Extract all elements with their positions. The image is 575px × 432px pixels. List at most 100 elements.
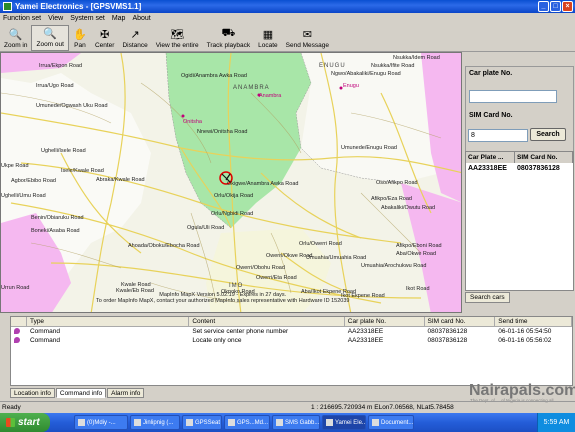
close-button[interactable]: × [562, 1, 573, 12]
cell-plate: AA23318EE [347, 337, 384, 344]
maximize-button[interactable]: □ [550, 1, 561, 12]
taskbar-item[interactable]: GPS...Md... [224, 415, 270, 430]
toolbar-label: Zoom out [36, 41, 64, 48]
grid-header-time[interactable]: Send time [495, 317, 572, 326]
map-road-label: Oso/Afikpo Road [376, 180, 418, 186]
map-road-label: Orlu/Owerri Road [299, 241, 342, 247]
menu-function-set[interactable]: Function set [3, 15, 41, 22]
taskbar-item[interactable]: Yamei Ele... [322, 415, 366, 430]
grid-header-content[interactable]: Content [189, 317, 345, 326]
cell-time: 06-01-16 05:56:02 [498, 337, 552, 344]
map-road-label: Abakaliki/Owutu Road [381, 205, 436, 211]
window-icon [134, 419, 141, 426]
map-road-label: Boneki/Asaba Road [31, 228, 80, 234]
cell-sim: 08037836128 [427, 328, 468, 335]
results-sim: 08037836128 [517, 165, 560, 172]
results-header-plate[interactable]: Car Plate ... [466, 152, 515, 163]
toolbar-locate-button[interactable]: ▦ Locate [254, 25, 282, 51]
map-note-line2: To order MapInfo MapX, contact your auth… [96, 298, 350, 304]
results-row[interactable]: AA23318EE 08037836128 [466, 163, 573, 174]
map-view[interactable]: Nsukka/Idem Road Nsukka/Ifite Road Irrua/E… [0, 52, 462, 313]
taskbar-item[interactable]: GPSSeat [182, 415, 222, 430]
toolbar-label: Pan [74, 42, 86, 49]
results-header-sim[interactable]: SIM Card No. [515, 152, 573, 163]
grid-header-sim[interactable]: SIM card No. [425, 317, 496, 326]
zoom-in-icon: 🔍 [8, 28, 23, 41]
sim-card-input[interactable] [468, 129, 528, 142]
tab-command-info[interactable]: Command info [55, 388, 107, 398]
hand-icon: ✋ [73, 28, 87, 41]
status-coords: 1 : 216695.720934 m ELon7.06568, NLat5.7… [311, 403, 454, 411]
tab-alarm-info[interactable]: Alarm info [107, 388, 145, 398]
toolbar-send-message-button[interactable]: ✉ Send Message [282, 25, 333, 51]
window-icon [372, 419, 379, 426]
toolbar-zoom-in-button[interactable]: 🔍 Zoom in [0, 25, 31, 51]
cell-plate: AA23318EE [347, 328, 384, 335]
map-region-label: ENUGU [319, 63, 346, 69]
map-road-label: Owerri/Eta Road [256, 275, 297, 281]
taskbar-item[interactable]: (0)Mdiy -... [74, 415, 128, 430]
status-text: Ready [2, 403, 21, 411]
map-road-label: Umunede/Enugu Road [341, 145, 397, 151]
toolbar-label: Track playback [206, 42, 251, 49]
map-road-label: Nnewi/Onitsha Road [197, 129, 248, 135]
sim-card-label: SIM Card No. [469, 112, 513, 119]
task-list: (0)Mdiy -... Jinlipnig (... GPSSeat GPS...M… [72, 415, 414, 430]
menu-view[interactable]: View [48, 15, 63, 22]
status-bar: Ready 1 : 216695.720934 m ELon7.06568, N… [0, 401, 575, 412]
center-icon: ✠ [100, 28, 110, 41]
taskbar-item[interactable]: SMS Gabb... [272, 415, 320, 430]
minimize-button[interactable]: _ [538, 1, 549, 12]
map-license-note: MapInfo MapX Version 5.02.19 - Expires i… [96, 292, 349, 304]
system-clock: 5:59 AM [537, 413, 575, 432]
taskbar-item[interactable]: Document... [368, 415, 414, 430]
map-road-label: Ahoada/Oboku/Ebocha Road [128, 243, 200, 249]
map-road-label: Abraka/Kwale Road [96, 177, 145, 183]
cell-time: 06-01-16 05:54:50 [498, 328, 552, 335]
grid-header: Type Content Car plate No. SIM card No. … [11, 317, 572, 327]
tab-location-info[interactable]: Location info [10, 388, 55, 398]
start-button[interactable]: start [0, 413, 50, 432]
send-message-icon: ✉ [302, 28, 312, 41]
map-road-label: Ughelli/Isele Road [41, 148, 86, 154]
window-icon [276, 419, 283, 426]
results-header: Car Plate ... SIM Card No. [466, 152, 573, 163]
table-row[interactable]: Command Set service center phone number … [11, 327, 572, 336]
taskbar-item-label: GPSSeat [195, 419, 221, 426]
toolbar-zoom-out-button[interactable]: 🔍 Zoom out [31, 25, 69, 51]
car-plate-input[interactable] [469, 90, 557, 103]
toolbar-label: Center [94, 42, 115, 49]
start-label: start [18, 417, 40, 428]
grid-header-type[interactable]: Type [27, 317, 190, 326]
map-region-label: ANAMBRA [233, 85, 270, 91]
title-bar[interactable]: Yamei Electronics - [GPSVMS1.1] _ □ × [0, 0, 575, 13]
menu-system-set[interactable]: System set [70, 15, 105, 22]
results-plate: AA23318EE [468, 165, 507, 172]
toolbar-pan-button[interactable]: ✋ Pan [69, 25, 91, 51]
cell-sim: 08037836128 [427, 337, 468, 344]
map-road-label: Aba/Okwe Road [396, 251, 437, 257]
toolbar-distance-button[interactable]: ↗ Distance [118, 25, 151, 51]
toolbar-center-button[interactable]: ✠ Center [91, 25, 119, 51]
grid-header-plate[interactable]: Car plate No. [345, 317, 425, 326]
map-road-label: Afikpo/Eboni Road [396, 243, 442, 249]
taskbar-item-label: Document... [381, 419, 414, 426]
menu-about[interactable]: About [132, 15, 150, 22]
map-road-label: Owerri/Obohu Road [236, 265, 285, 271]
table-row[interactable]: Command Locate only once AA23318EE 08037… [11, 336, 572, 345]
menu-map[interactable]: Map [112, 15, 126, 22]
cell-content: Set service center phone number [192, 328, 289, 335]
command-grid: Type Content Car plate No. SIM card No. … [10, 316, 573, 386]
map-road-label: Ughelli/Umu Road [1, 193, 46, 199]
map-region-label: IMO [229, 283, 244, 289]
tab-search-cars[interactable]: Search cars [465, 292, 510, 303]
search-button[interactable]: Search [530, 128, 566, 141]
bottom-tabs: Location info Command info Alarm info [10, 388, 145, 398]
map-road-label: Ogidi/Anambra Awka Road [181, 73, 247, 79]
toolbar-view-the-entire-button[interactable]: 🗺 View the entire [152, 25, 203, 51]
taskbar-item[interactable]: Jinlipnig (... [130, 415, 180, 430]
toolbar-track-playback-button[interactable]: ⛟ Track playback [203, 25, 254, 51]
window-icon [326, 419, 333, 426]
cell-content: Locate only once [192, 337, 242, 344]
toolbar-label: View the entire [155, 42, 199, 49]
